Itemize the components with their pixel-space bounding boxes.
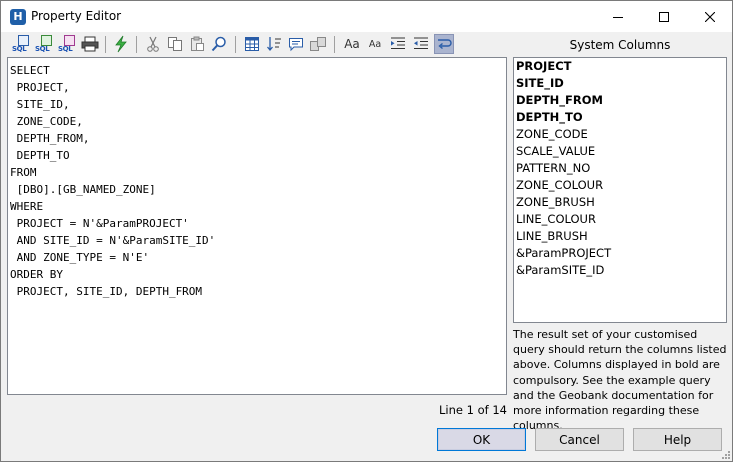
- system-column-item[interactable]: ZONE_BRUSH: [514, 194, 726, 211]
- maximize-icon: [659, 11, 669, 22]
- sql-text[interactable]: SELECT PROJECT, SITE_ID, ZONE_CODE, DEPT…: [8, 58, 506, 300]
- copy-button[interactable]: [165, 34, 185, 54]
- cut-icon: [147, 36, 159, 52]
- sort-button[interactable]: [264, 34, 284, 54]
- print-button[interactable]: [80, 34, 100, 54]
- system-column-item[interactable]: LINE_COLOUR: [514, 211, 726, 228]
- system-column-item[interactable]: SCALE_VALUE: [514, 143, 726, 160]
- sql-new-button[interactable]: SQL: [11, 34, 31, 54]
- grid-button[interactable]: [242, 34, 262, 54]
- sql-refresh-icon: SQL: [35, 35, 53, 53]
- copy-icon: [168, 37, 182, 51]
- find-button[interactable]: [209, 34, 229, 54]
- execute-icon: [115, 35, 127, 53]
- word-wrap-button[interactable]: [434, 34, 454, 54]
- system-column-item[interactable]: SITE_ID: [514, 75, 726, 92]
- sql-format-button[interactable]: SQL: [57, 34, 77, 54]
- system-columns-title: System Columns: [569, 38, 671, 52]
- system-column-item[interactable]: ZONE_CODE: [514, 126, 726, 143]
- find-icon: [211, 36, 226, 52]
- system-column-item[interactable]: PROJECT: [514, 58, 726, 75]
- ok-button[interactable]: OK: [437, 428, 526, 451]
- font-smaller-button[interactable]: Aa: [365, 34, 385, 54]
- system-column-item[interactable]: &ParamPROJECT: [514, 245, 726, 262]
- close-button[interactable]: [687, 1, 733, 32]
- font-larger-button[interactable]: Aa: [342, 34, 362, 54]
- sql-new-icon: SQL: [12, 35, 30, 53]
- cut-button[interactable]: [143, 34, 163, 54]
- indent-icon: [391, 37, 405, 49]
- window-title: Property Editor: [31, 9, 122, 23]
- system-column-item[interactable]: &ParamSITE_ID: [514, 262, 726, 279]
- paste-icon: [191, 36, 204, 51]
- property-editor-window: H Property Editor SQL SQL SQL Aa Aa SELE…: [0, 0, 733, 462]
- maximize-button[interactable]: [641, 1, 687, 32]
- app-icon: H: [10, 9, 26, 25]
- system-column-item[interactable]: LINE_BRUSH: [514, 228, 726, 245]
- line-indicator: Line 1 of 14: [439, 403, 507, 417]
- system-column-item[interactable]: DEPTH_FROM: [514, 92, 726, 109]
- word-wrap-icon: [438, 39, 452, 50]
- system-column-item[interactable]: ZONE_COLOUR: [514, 177, 726, 194]
- paste-button[interactable]: [187, 34, 207, 54]
- system-column-item[interactable]: DEPTH_TO: [514, 109, 726, 126]
- comment-button[interactable]: [286, 34, 306, 54]
- help-button[interactable]: Help: [633, 428, 722, 451]
- execute-button[interactable]: [111, 34, 131, 54]
- system-column-item[interactable]: PATTERN_NO: [514, 160, 726, 177]
- grid-icon: [245, 37, 259, 51]
- outdent-button[interactable]: [411, 34, 431, 54]
- resize-grip-icon[interactable]: [720, 449, 730, 459]
- indent-button[interactable]: [388, 34, 408, 54]
- sql-editor[interactable]: SELECT PROJECT, SITE_ID, ZONE_CODE, DEPT…: [7, 57, 507, 395]
- sort-icon: [267, 37, 281, 52]
- print-icon: [81, 36, 99, 52]
- minimize-button[interactable]: [595, 1, 641, 32]
- indent-block-button[interactable]: [308, 34, 328, 54]
- outdent-icon: [414, 37, 428, 49]
- system-columns-list[interactable]: PROJECT SITE_ID DEPTH_FROM DEPTH_TO ZONE_COD…: [513, 57, 727, 323]
- toolbar: SQL SQL SQL Aa Aa: [7, 32, 467, 56]
- cancel-button[interactable]: Cancel: [535, 428, 624, 451]
- title-bar[interactable]: H Property Editor: [1, 1, 732, 32]
- close-icon: [705, 11, 715, 22]
- comment-icon: [289, 38, 303, 52]
- indent-block-icon: [310, 37, 326, 51]
- font-smaller-icon: Aa: [368, 38, 382, 50]
- font-larger-icon: Aa: [344, 37, 360, 51]
- minimize-icon: [613, 16, 623, 18]
- sql-format-icon: SQL: [58, 35, 76, 53]
- sql-refresh-button[interactable]: SQL: [34, 34, 54, 54]
- info-text: The result set of your customised query …: [513, 328, 727, 433]
